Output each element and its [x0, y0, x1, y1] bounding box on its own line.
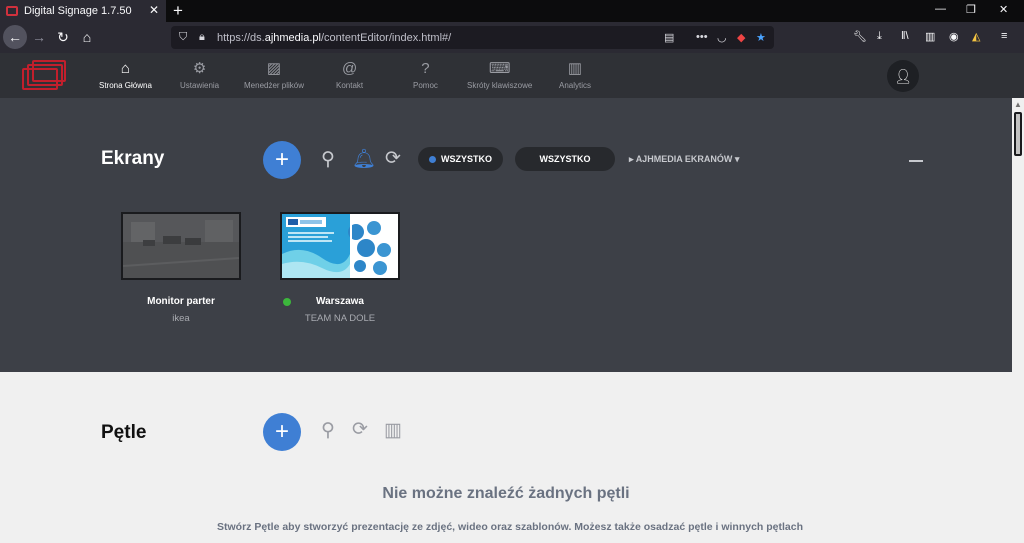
plus-icon: + [274, 418, 289, 445]
caret-down-icon: ▾ [732, 154, 740, 164]
page-actions-icon[interactable]: ••• [696, 31, 708, 43]
bell-icon[interactable]: 🔔︎ [352, 147, 376, 171]
screen-name: Warszawa [316, 296, 364, 307]
nav-shortcuts-label: Skróty klawiszowe [467, 81, 533, 90]
nav-file-manager[interactable]: ▨ Menedżer plików [244, 59, 304, 90]
forward-icon[interactable]: → [27, 25, 51, 49]
restore-window-icon[interactable]: ❐ [966, 3, 976, 16]
back-icon[interactable]: ← [3, 25, 27, 49]
download-icon[interactable]: ⤓ [877, 30, 882, 43]
new-tab-icon[interactable]: + [173, 1, 183, 21]
user-avatar[interactable]: 👤︎ [887, 60, 919, 92]
screen-group: TEAM NA DOLE [304, 313, 376, 324]
addon-icon[interactable]: ◭ [972, 30, 980, 43]
reload-icon[interactable]: ↻ [51, 25, 75, 49]
screen-card[interactable]: Warszawa TEAM NA DOLE [280, 212, 400, 324]
minimize-window-icon[interactable]: — [935, 3, 946, 15]
wrench-icon[interactable]: 🔧︎ [853, 30, 867, 43]
page-scrollbar[interactable]: ▲ [1012, 98, 1024, 543]
status-filter-button[interactable]: WSZYSTKO [418, 147, 503, 171]
app-logo[interactable] [22, 60, 66, 92]
add-loop-button[interactable]: + [263, 413, 301, 451]
app-header: ⌂ Strona Główna ⚙ Ustawienia ▨ Menedżer … [0, 53, 1024, 98]
gear-icon: ⚙ [192, 60, 207, 77]
question-icon: ? [421, 59, 430, 77]
lock-icon[interactable]: 🔒︎ [199, 31, 205, 44]
browser-tab[interactable]: Digital Signage 1.7.50 ✕ [0, 0, 166, 22]
caret-right-icon: ▸ [629, 154, 636, 164]
browser-tab-bar: Digital Signage 1.7.50 ✕ + — ❐ ✕ [0, 0, 1024, 22]
url-text[interactable]: https://ds.ajhmedia.pl/contentEditor/ind… [217, 32, 451, 44]
shield-icon[interactable]: ⛉ [179, 31, 187, 44]
screens-section: Ekrany + ⚲ 🔔︎ ⟳ WSZYSTKO WSZYSTKO ▸ AJHM… [0, 98, 1012, 372]
refresh-icon[interactable]: ⟳ [352, 418, 368, 441]
empty-state-description: Stwórz Pętle aby stworzyć prezentację ze… [216, 521, 804, 533]
at-icon: @ [341, 59, 358, 77]
screen-thumbnail[interactable] [121, 212, 241, 280]
pocket-icon[interactable]: ◡ [717, 31, 727, 44]
online-status-icon [283, 298, 291, 306]
screens-title: Ekrany [101, 148, 165, 169]
sidebar-icon[interactable]: ▥ [925, 30, 935, 43]
loops-title: Pętle [101, 422, 147, 443]
menu-icon[interactable]: ≡ [1001, 30, 1007, 42]
screen-thumbnail[interactable] [280, 212, 400, 280]
nav-help[interactable]: ? Pomoc [413, 59, 438, 91]
nav-contact[interactable]: @ Kontakt [336, 59, 364, 91]
nav-home[interactable]: ⌂ Strona Główna [99, 59, 152, 91]
nav-shortcuts[interactable]: ⌨ Skróty klawiszowe [467, 59, 532, 90]
home-button-icon[interactable]: ⌂ [75, 25, 99, 49]
empty-state-title: Nie możne znaleźć żadnych pętli [382, 485, 630, 502]
tab-title: Digital Signage 1.7.50 [24, 5, 132, 17]
library-icon[interactable]: ‖\ [901, 30, 909, 42]
nav-analytics-label: Analytics [559, 81, 592, 90]
nav-settings-label: Ustawienia [180, 81, 220, 90]
screen-card[interactable]: Monitor parter ikea [121, 212, 241, 324]
screens-dropdown-label: AJHMEDIA EKRANÓW [635, 154, 733, 164]
account-icon[interactable]: ◉ [949, 30, 959, 43]
browser-nav-bar: ← → ↻ ⌂ ⛉ 🔒︎ https://ds.ajhmedia.pl/cont… [0, 22, 1024, 53]
loops-section: Pętle + ⚲ ⟳ ▥ Nie możne znaleźć żadnych … [0, 372, 1012, 543]
group-filter-button[interactable]: WSZYSTKO [515, 147, 615, 171]
nav-help-label: Pomoc [413, 81, 438, 90]
scroll-up-icon[interactable]: ▲ [1014, 100, 1022, 109]
home-icon: ⌂ [120, 59, 130, 77]
nav-analytics[interactable]: ▥ Analytics [559, 59, 591, 90]
images-icon: ▨ [266, 60, 282, 77]
screen-name: Monitor parter [147, 296, 215, 307]
search-icon[interactable]: ⚲ [321, 148, 335, 171]
status-filter-label: WSZYSTKO [441, 154, 492, 164]
reader-view-icon[interactable]: ▤ [664, 31, 674, 44]
nav-home-label: Strona Główna [99, 81, 152, 90]
collapse-section-button[interactable] [909, 160, 923, 162]
close-tab-icon[interactable]: ✕ [149, 3, 159, 17]
search-icon[interactable]: ⚲ [321, 419, 335, 442]
nav-settings[interactable]: ⚙ Ustawienia [180, 59, 219, 90]
keyboard-icon: ⌨ [488, 60, 511, 77]
presentation-icon[interactable]: ▥ [384, 419, 402, 442]
url-bar[interactable]: ⛉ 🔒︎ https://ds.ajhmedia.pl/contentEdito… [171, 26, 774, 49]
analytics-icon: ▥ [567, 60, 583, 77]
nav-file-manager-label: Menedżer plików [244, 81, 305, 90]
screen-group: ikea [172, 313, 190, 324]
plus-icon: + [274, 146, 289, 173]
close-window-icon[interactable]: ✕ [999, 3, 1008, 16]
user-icon: 👤︎ [894, 67, 912, 84]
add-screen-button[interactable]: + [263, 141, 301, 179]
extension-icon[interactable]: ◆ [737, 31, 745, 44]
screens-dropdown[interactable]: ▸ AJHMEDIA EKRANÓW ▾ [629, 154, 739, 165]
status-dot-icon [429, 155, 436, 163]
app-favicon-icon [6, 6, 18, 16]
refresh-icon[interactable]: ⟳ [385, 147, 401, 170]
nav-contact-label: Kontakt [336, 81, 364, 90]
bookmark-star-icon[interactable]: ★ [756, 31, 766, 44]
group-filter-label: WSZYSTKO [539, 154, 591, 164]
scrollbar-thumb[interactable] [1014, 112, 1022, 156]
